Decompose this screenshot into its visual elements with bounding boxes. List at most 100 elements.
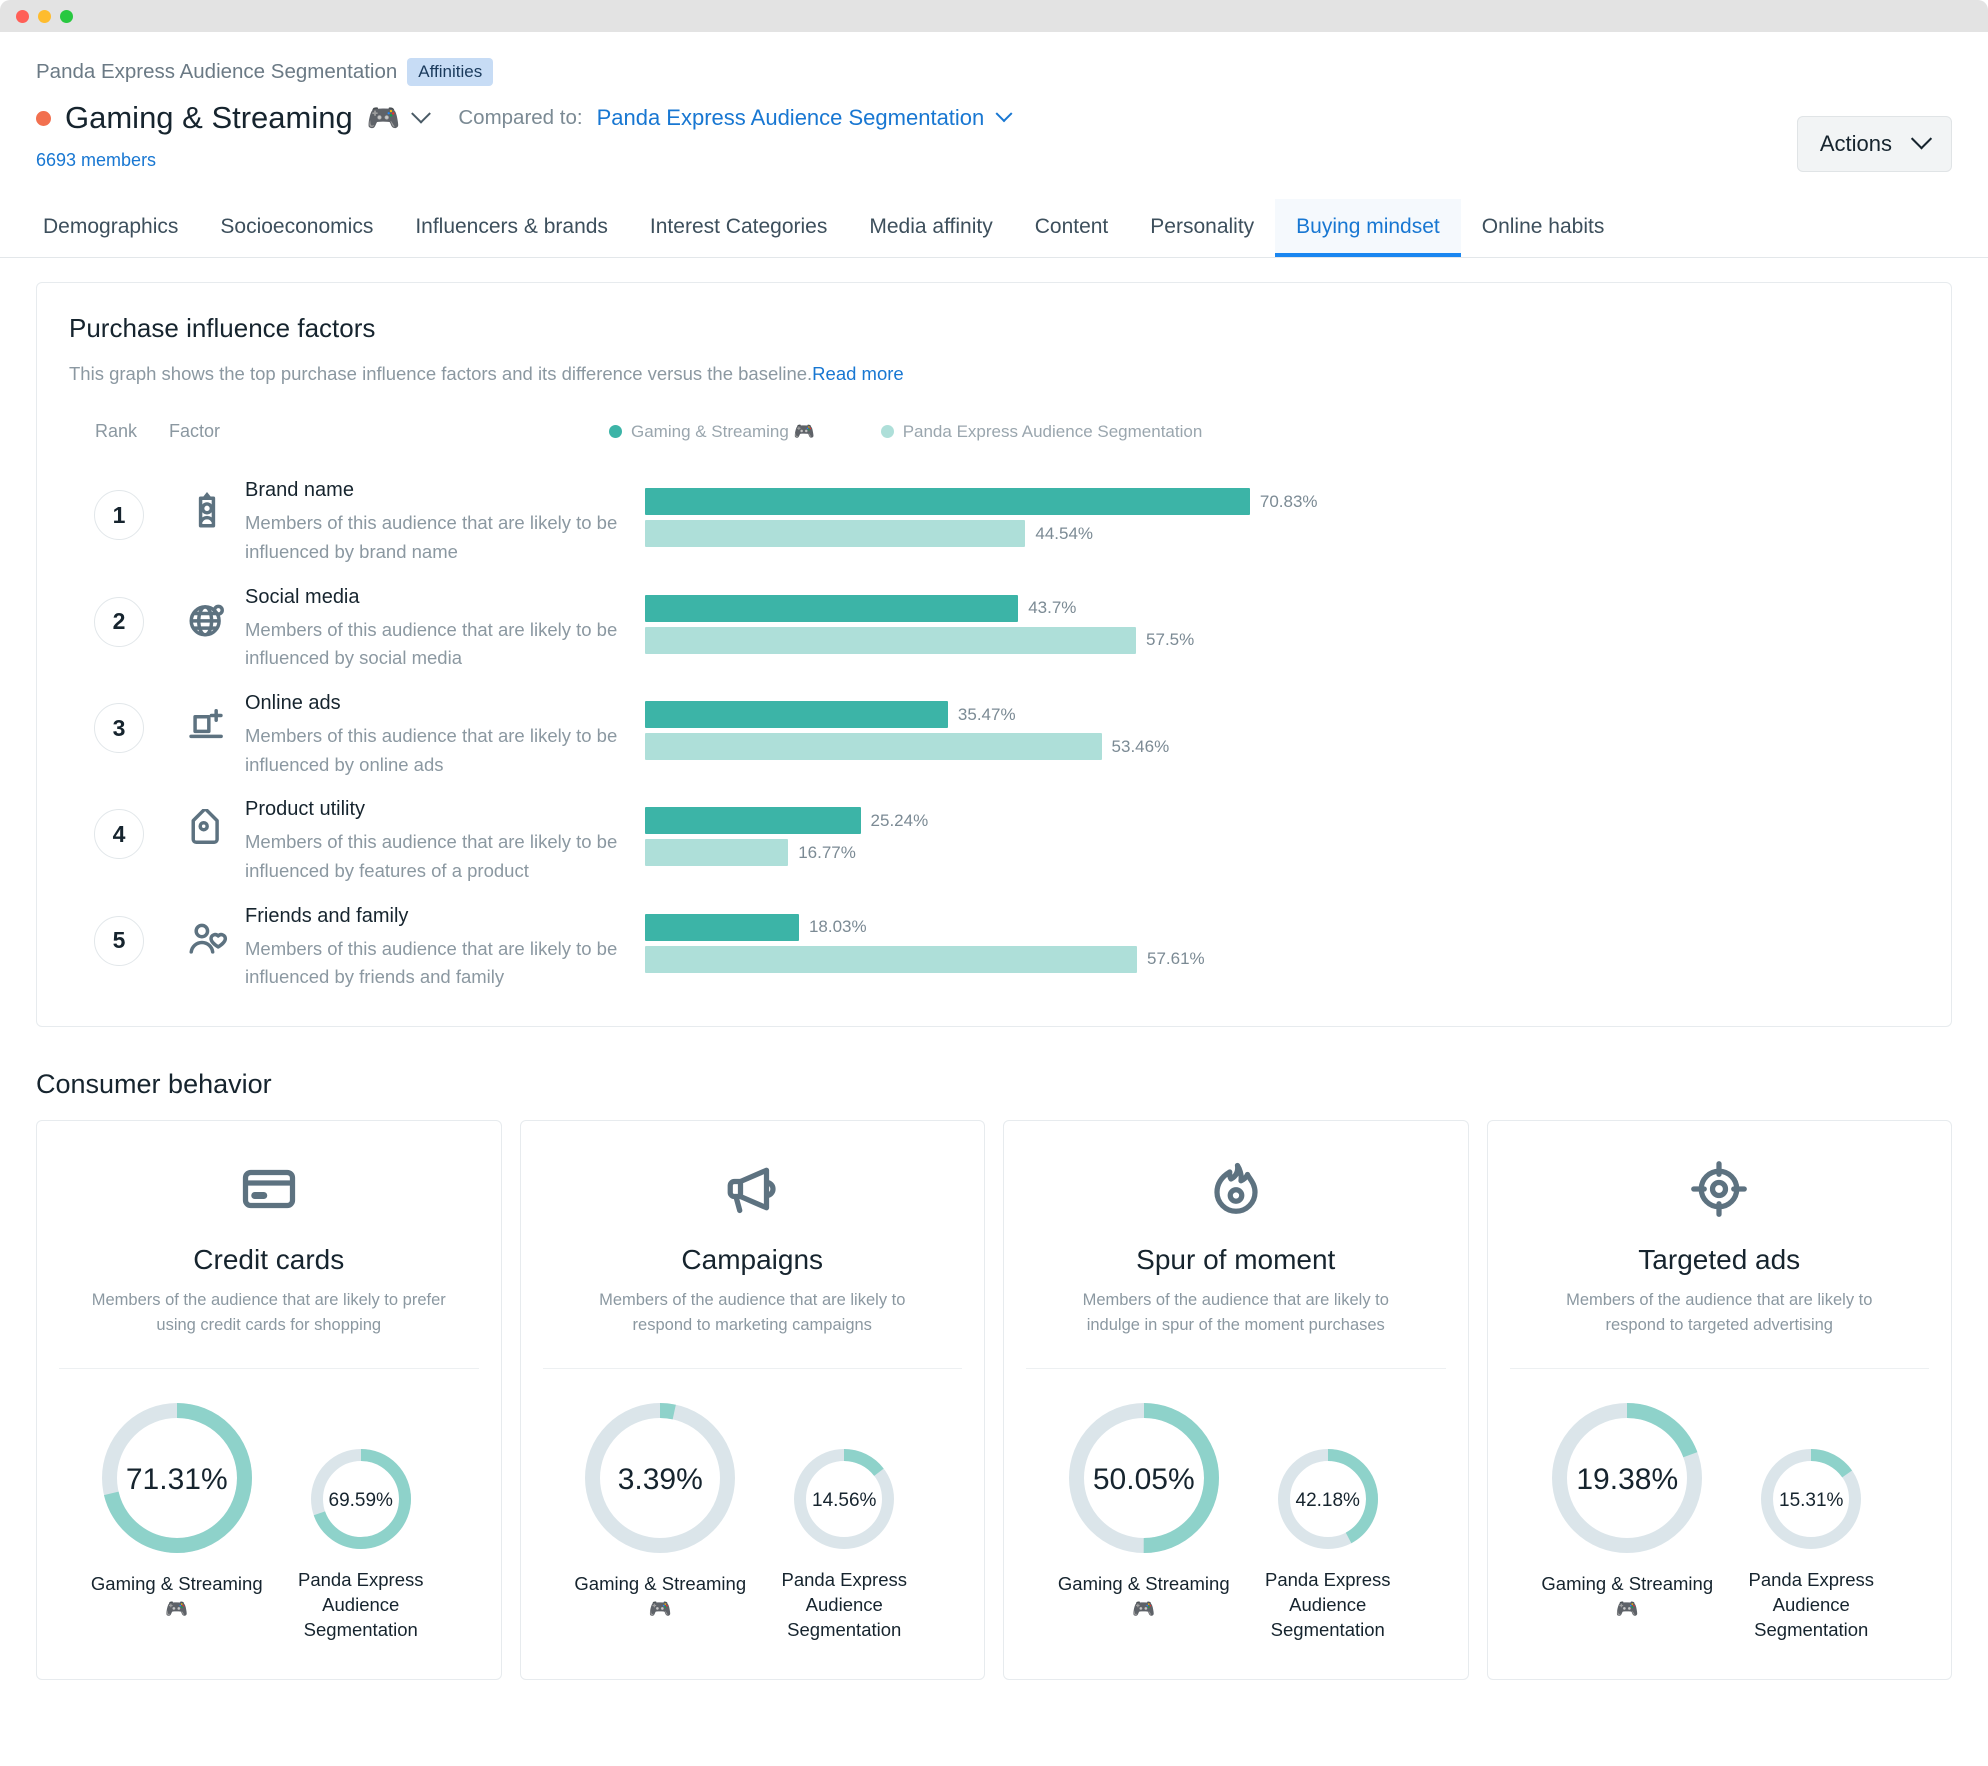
panel-subtitle: This graph shows the top purchase influe… bbox=[69, 363, 1919, 385]
card-divider bbox=[1509, 1367, 1929, 1369]
donut-secondary[interactable]: 69.59% bbox=[310, 1448, 411, 1554]
card-donuts: 50.05% Gaming & Streaming 🎮 42.18% Panda Ex… bbox=[1026, 1402, 1446, 1643]
donut-secondary-caption: Panda Express Audience Segmentation bbox=[1748, 1568, 1874, 1640]
page-header: Panda Express Audience Segmentation Affi… bbox=[0, 32, 1988, 172]
bar-secondary[interactable] bbox=[645, 733, 1102, 761]
affinities-badge[interactable]: Affinities bbox=[407, 58, 494, 87]
rank-cell: 3 bbox=[69, 689, 169, 754]
bar-primary[interactable] bbox=[645, 594, 1019, 622]
bar-secondary[interactable] bbox=[645, 626, 1137, 654]
maximize-window-button[interactable] bbox=[60, 9, 73, 23]
consumer-behavior-card: Campaigns Members of the audience that ar… bbox=[519, 1120, 985, 1681]
actions-button-label: Actions bbox=[1819, 131, 1892, 156]
donut-primary[interactable]: 50.05% bbox=[1068, 1402, 1219, 1558]
factor-bars: 35.47% 53.46% bbox=[645, 689, 1919, 765]
chevron-down-compared-icon[interactable] bbox=[995, 105, 1013, 123]
donut-primary[interactable]: 71.31% bbox=[101, 1402, 252, 1558]
purchase-influence-panel: Purchase influence factors This graph sh… bbox=[36, 282, 1952, 1028]
bar-primary[interactable] bbox=[645, 807, 861, 835]
bar-line-primary: 35.47% bbox=[645, 701, 1919, 729]
donut-secondary[interactable]: 15.31% bbox=[1761, 1448, 1862, 1554]
donut-primary[interactable]: 3.39% bbox=[585, 1402, 736, 1558]
donut-primary[interactable]: 19.38% bbox=[1552, 1402, 1703, 1558]
tab-interest-categories[interactable]: Interest Categories bbox=[629, 199, 848, 257]
donut-secondary-value: 42.18% bbox=[1295, 1490, 1360, 1512]
bar-primary-value: 70.83% bbox=[1259, 491, 1318, 511]
donut-group-secondary: 14.56% Panda Express Audience Segmentatio… bbox=[755, 1448, 933, 1643]
column-header-rank: Rank bbox=[95, 421, 138, 442]
donut-group-secondary: 42.18% Panda Express Audience Segmentatio… bbox=[1239, 1448, 1417, 1643]
app-window: Panda Express Audience Segmentation Affi… bbox=[0, 0, 1988, 1766]
bar-line-secondary: 57.5% bbox=[645, 626, 1919, 654]
factor-title: Friends and family bbox=[245, 904, 409, 927]
bar-primary[interactable] bbox=[645, 913, 799, 941]
flame-icon bbox=[1206, 1159, 1266, 1224]
factor-title: Brand name bbox=[245, 479, 354, 502]
donut-secondary-value: 15.31% bbox=[1779, 1490, 1844, 1512]
tab-demographics[interactable]: Demographics bbox=[22, 199, 199, 257]
bar-secondary-value: 57.61% bbox=[1146, 949, 1205, 969]
megaphone-icon bbox=[722, 1159, 782, 1224]
bar-primary[interactable] bbox=[645, 701, 948, 729]
factor-bars: 43.7% 57.5% bbox=[645, 583, 1919, 659]
rank-cell: 5 bbox=[69, 902, 169, 966]
factor-row: 5 Friends and family Members of this audie… bbox=[69, 886, 1919, 992]
factor-description: Members of this audience that are likely… bbox=[245, 831, 618, 882]
factor-description: Members of this audience that are likely… bbox=[245, 725, 618, 775]
bar-secondary-value: 53.46% bbox=[1111, 736, 1170, 756]
minimize-window-button[interactable] bbox=[38, 9, 51, 23]
donut-group-primary: 71.31% Gaming & Streaming 🎮 bbox=[88, 1402, 266, 1622]
factor-row: 4 Product utility Members of this audience… bbox=[69, 779, 1919, 885]
tab-personality[interactable]: Personality bbox=[1129, 199, 1275, 257]
tab-content[interactable]: Content bbox=[1014, 199, 1130, 257]
bar-line-primary: 25.24% bbox=[645, 807, 1919, 835]
tab-socioeconomics[interactable]: Socioeconomics bbox=[199, 199, 394, 257]
tab-influencers-brands[interactable]: Influencers & brands bbox=[394, 199, 629, 257]
bar-secondary[interactable] bbox=[645, 945, 1137, 973]
actions-button[interactable]: Actions bbox=[1796, 116, 1952, 172]
factor-description: Members of this audience that are likely… bbox=[245, 618, 618, 669]
card-title: Campaigns bbox=[681, 1244, 824, 1276]
factor-text: Product utility Members of this audience … bbox=[245, 795, 645, 885]
donut-primary-caption: Gaming & Streaming 🎮 bbox=[574, 1572, 747, 1619]
rank-badge: 1 bbox=[94, 490, 144, 541]
donut-primary-value: 50.05% bbox=[1092, 1463, 1195, 1497]
donut-primary-caption: Gaming & Streaming 🎮 bbox=[90, 1572, 263, 1619]
person-heart-icon bbox=[169, 902, 245, 960]
consumer-behavior-title: Consumer behavior bbox=[36, 1069, 272, 1100]
bar-secondary[interactable] bbox=[645, 839, 789, 867]
donut-secondary[interactable]: 42.18% bbox=[1277, 1448, 1378, 1554]
chevron-down-icon[interactable] bbox=[411, 104, 432, 125]
card-title: Targeted ads bbox=[1638, 1244, 1801, 1276]
audience-selector-row: Gaming & Streaming 🎮 Compared to: Panda … bbox=[36, 100, 1952, 136]
read-more-link[interactable]: Read more bbox=[812, 363, 904, 384]
member-count[interactable]: 6693 members bbox=[36, 150, 1952, 171]
factor-rows: 1 Brand name Members of this audience that… bbox=[69, 460, 1919, 992]
close-window-button[interactable] bbox=[16, 9, 29, 23]
bar-secondary-value: 16.77% bbox=[798, 842, 856, 862]
card-description: Members of the audience that are likely … bbox=[91, 1291, 446, 1334]
donut-secondary[interactable]: 14.56% bbox=[794, 1448, 895, 1554]
gamepad-emoji-icon: 🎮 bbox=[366, 103, 401, 134]
column-header-factor: Factor bbox=[169, 421, 221, 442]
bar-secondary[interactable] bbox=[645, 520, 1026, 548]
donut-primary-caption: Gaming & Streaming 🎮 bbox=[1057, 1572, 1230, 1619]
donut-primary-value: 3.39% bbox=[617, 1463, 703, 1497]
bar-primary[interactable] bbox=[645, 488, 1250, 516]
compared-to-value[interactable]: Panda Express Audience Segmentation bbox=[597, 105, 985, 131]
rank-cell: 2 bbox=[69, 583, 169, 647]
card-donuts: 71.31% Gaming & Streaming 🎮 69.59% Panda Ex… bbox=[59, 1402, 479, 1643]
rank-cell: 4 bbox=[69, 795, 169, 860]
tab-online-habits[interactable]: Online habits bbox=[1461, 199, 1626, 257]
donut-group-secondary: 69.59% Panda Express Audience Segmentatio… bbox=[272, 1448, 450, 1643]
card-divider bbox=[1026, 1367, 1446, 1369]
legend-color-dot bbox=[880, 425, 894, 439]
bar-secondary-value: 57.5% bbox=[1146, 630, 1195, 650]
card-divider bbox=[59, 1367, 479, 1369]
laptop-plus-icon bbox=[169, 689, 245, 747]
tab-media-affinity[interactable]: Media affinity bbox=[848, 199, 1013, 257]
card-donuts: 3.39% Gaming & Streaming 🎮 14.56% Panda Exp… bbox=[543, 1402, 963, 1643]
panel-title: Purchase influence factors bbox=[69, 313, 376, 344]
bar-primary-value: 35.47% bbox=[957, 704, 1016, 724]
tab-buying-mindset[interactable]: Buying mindset bbox=[1275, 199, 1461, 258]
